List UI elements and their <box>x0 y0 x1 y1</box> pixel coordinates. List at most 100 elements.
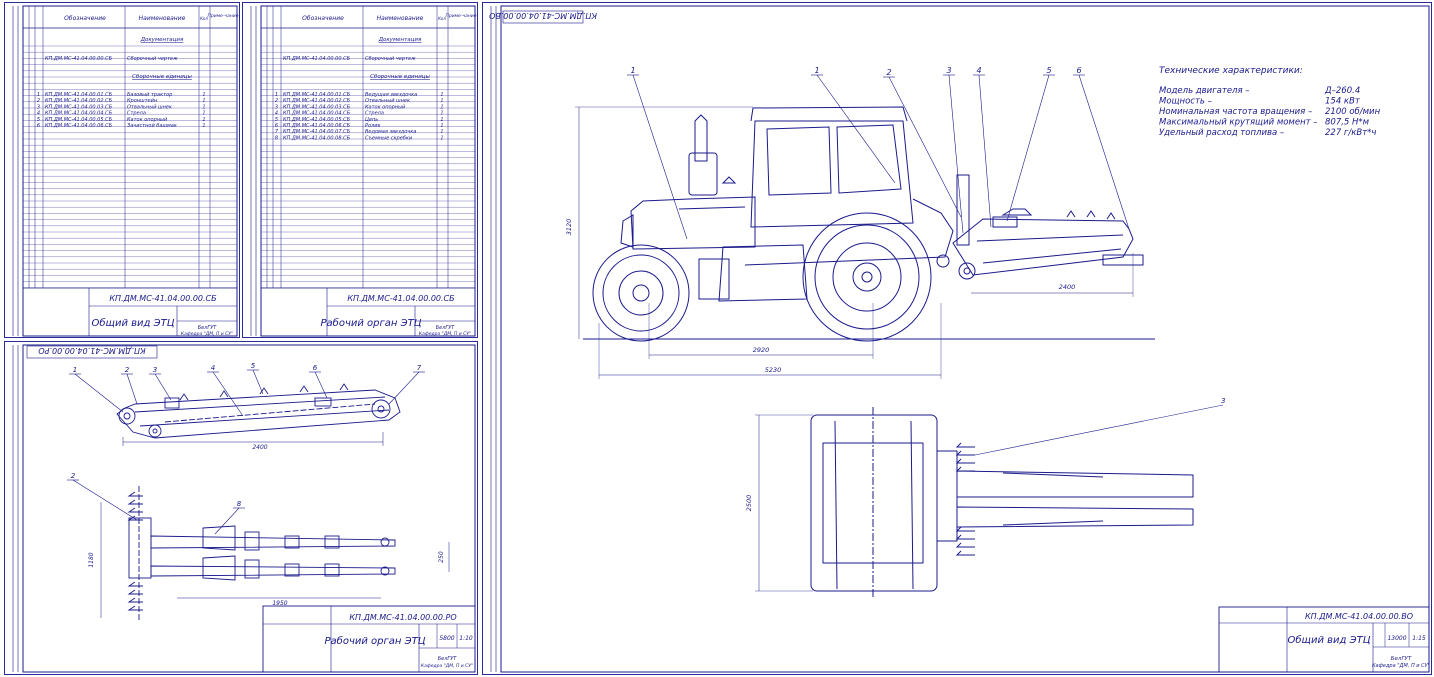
header-name: Наименование <box>139 15 186 22</box>
spec-row: 3 КП.ДМ.МС-41.04.00.03.СБ Каток опорный 1 <box>275 104 444 110</box>
spec-pos: 4 <box>37 111 40 117</box>
spec-designation: КП.ДМ.МС-41.04.00.01.СБ <box>283 92 351 98</box>
spec-pos: 2 <box>275 98 278 104</box>
callout: 4 <box>976 66 981 75</box>
spec-designation: КП.ДМ.МС-41.04.00.04.СБ <box>283 111 351 117</box>
spec-row: 1 КП.ДМ.МС-41.04.00.01.СБ Ведущая звездочк… <box>275 92 444 98</box>
spec-qty: 1 <box>440 135 443 141</box>
stamp-scale: 1:15 <box>1412 635 1426 642</box>
tech-spec-row: Модель двигателя – Д–260.4 <box>1159 86 1360 96</box>
stamp-dept: Кафедра "ДМ, П и СУ" <box>181 331 233 337</box>
callout: 4 <box>211 364 215 372</box>
dim-plan-width: 2500 <box>745 495 753 512</box>
spec-name: Ролик <box>365 123 381 129</box>
doc-row-designation: КП.ДМ.МС-41.04.00.00.СБ <box>283 56 351 62</box>
stamp-title: Рабочий орган ЭТЦ <box>325 635 426 647</box>
spec-designation: КП.ДМ.МС-41.04.00.04.СБ <box>45 111 113 117</box>
tech-spec-row: Максимальный крутящий момент – 807,5 Н*м <box>1159 118 1370 128</box>
stamp-title: Общий вид ЭТЦ <box>92 317 175 329</box>
spec-qty: 1 <box>202 117 205 123</box>
spec-designation: КП.ДМ.МС-41.04.00.07.СБ <box>283 129 351 135</box>
dim-base: 2920 <box>753 346 770 354</box>
spec-name: Зачистной башмак <box>127 123 177 129</box>
spec-qty: 1 <box>440 104 443 110</box>
spec-name: Цепь <box>365 117 378 123</box>
spec-name: Отвальный шнек <box>365 98 410 104</box>
corner-code: КП.ДМ.МС-41.04.00.00.ВО <box>489 11 597 20</box>
work-organ-drawing: КП.ДМ.МС-41.04.00.00.РО 1234567 2400 28 … <box>12 344 476 673</box>
tech-spec-label: Номинальная частота вращения – <box>1159 107 1312 117</box>
spec-name: Каток опорный <box>127 117 168 123</box>
tech-spec-label: Максимальный крутящий момент – <box>1159 118 1318 128</box>
spec-designation: КП.ДМ.МС-41.04.00.03.СБ <box>45 104 113 110</box>
stamp-org: БелГУТ <box>198 325 218 331</box>
spec-name: Стрела <box>365 111 384 117</box>
dim-height: 3120 <box>565 219 573 236</box>
callout: 6 <box>313 364 318 372</box>
tech-spec-value: Д–260.4 <box>1324 86 1360 96</box>
callout: 3 <box>153 366 157 374</box>
spec-pos: 3 <box>275 104 278 110</box>
spec-sheet-work-organ-drawing: Обозначение Наименование Кол Приме-чание… <box>250 5 477 337</box>
sheet-work-organ: КП.ДМ.МС-41.04.00.00.РО 1234567 2400 28 … <box>4 341 478 675</box>
doc-row-name: Сборочный чертеж <box>127 56 178 62</box>
spec-qty: 1 <box>202 92 205 98</box>
dim-top: 2400 <box>252 444 267 451</box>
spec-designation: КП.ДМ.МС-41.04.00.03.СБ <box>283 104 351 110</box>
section-assemblies: Сборочные единицы <box>370 74 430 80</box>
header-name: Наименование <box>377 15 424 22</box>
spec-designation: КП.ДМ.МС-41.04.00.05.СБ <box>45 117 113 123</box>
spec-pos: 5 <box>37 117 40 123</box>
callout: 1 <box>630 66 635 75</box>
tractor-plan-view <box>810 407 1194 597</box>
stamp-org: БелГУТ <box>436 325 456 331</box>
section-assemblies: Сборочные единицы <box>132 74 192 80</box>
spec-sheet-work-organ: Обозначение Наименование Кол Приме-чание… <box>242 2 478 338</box>
callout: 1 <box>73 366 77 374</box>
tech-spec-value: 807,5 Н*м <box>1325 118 1370 128</box>
header-note: Приме-чание <box>445 13 476 19</box>
header-designation: Обозначение <box>302 15 344 22</box>
stamp-dept: Кафедра "ДМ, П и СУ" <box>419 331 471 337</box>
spec-row: 4 КП.ДМ.МС-41.04.00.04.СБ Стрела 1 <box>37 111 206 117</box>
tech-spec-value: 2100 об/мин <box>1325 107 1381 117</box>
spec-qty: 1 <box>202 98 205 104</box>
spec-qty: 1 <box>440 123 443 129</box>
spec-pos: 6 <box>275 123 278 129</box>
spec-pos: 1 <box>275 92 278 98</box>
spec-designation: КП.ДМ.МС-41.04.00.06.СБ <box>283 123 351 129</box>
sheet-general-view: КП.ДМ.МС-41.04.00.00.ВО 1 1 2 3 4 5 6 31… <box>482 2 1432 675</box>
spec-name: Ведущая звездочка <box>365 92 417 98</box>
dim-width: 1180 <box>88 552 95 567</box>
spec-qty: 1 <box>440 117 443 123</box>
spec-designation: КП.ДМ.МС-41.04.00.02.СБ <box>283 98 351 104</box>
tech-spec-value: 154 кВт <box>1325 97 1361 107</box>
dim-total: 5230 <box>765 366 782 374</box>
tractor-side-view <box>592 106 954 342</box>
corner-code: КП.ДМ.МС-41.04.00.00.РО <box>38 346 145 355</box>
spec-designation: КП.ДМ.МС-41.04.00.01.СБ <box>45 92 113 98</box>
dim-arm: 2400 <box>1059 283 1076 291</box>
header-designation: Обозначение <box>64 15 106 22</box>
spec-designation: КП.ДМ.МС-41.04.00.08.СБ <box>283 135 351 141</box>
tech-spec-label: Удельный расход топлива – <box>1159 128 1284 138</box>
spec-pos: 8 <box>275 135 278 141</box>
spec-designation: КП.ДМ.МС-41.04.00.06.СБ <box>45 123 113 129</box>
stamp-scale: 1:10 <box>459 635 473 642</box>
stamp-code: КП.ДМ.МС-41.04.00.00.ВО <box>1305 612 1413 621</box>
spec-name: Каток опорный <box>365 104 406 110</box>
spec-pos: 3 <box>37 104 40 110</box>
spec-sheet-general-drawing: Обозначение Наименование Кол Приме-чание… <box>12 5 239 337</box>
tech-spec-row: Номинальная частота вращения – 2100 об/ми… <box>1159 107 1381 117</box>
callout: 5 <box>1046 66 1051 75</box>
callout: 5 <box>251 362 256 370</box>
callout: 1 <box>814 66 819 75</box>
callout: 2 <box>886 68 891 77</box>
stamp-dept: Кафедра "ДМ, П и СУ" <box>421 663 473 669</box>
tractor-boom-side <box>936 174 1144 280</box>
tech-spec-label: Мощность – <box>1159 97 1212 107</box>
doc-row-designation: КП.ДМ.МС-41.04.00.00.СБ <box>45 56 113 62</box>
spec-pos: 2 <box>37 98 40 104</box>
spec-row: 6 КП.ДМ.МС-41.04.00.06.СБ Зачистной башмак… <box>37 123 206 129</box>
dim-span: 250 <box>438 551 445 563</box>
